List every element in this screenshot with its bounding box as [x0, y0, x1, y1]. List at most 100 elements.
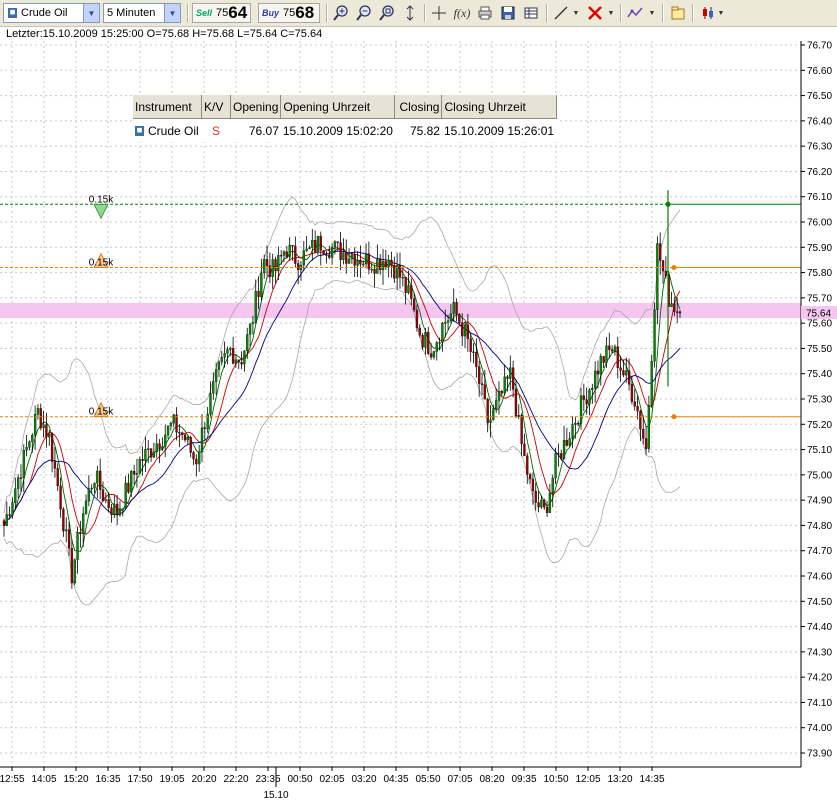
- x-tick-label: 13:20: [607, 774, 632, 785]
- candle-body: [551, 477, 554, 494]
- candle-body: [186, 437, 189, 441]
- candle-body: [195, 458, 198, 465]
- zoom-fit-icon[interactable]: [377, 3, 397, 23]
- chevron-down-icon[interactable]: ▼: [83, 4, 99, 22]
- line-tool-icon[interactable]: [551, 3, 571, 23]
- candle-body: [537, 502, 540, 508]
- candle-body: [503, 376, 506, 394]
- candle-body: [101, 489, 105, 501]
- candle-body: [444, 322, 447, 324]
- x-tick-label: 09:35: [511, 774, 536, 785]
- candle-body: [172, 414, 175, 424]
- candle-body: [325, 254, 328, 256]
- delete-icon[interactable]: [585, 3, 605, 23]
- candlestick-icon[interactable]: [698, 3, 718, 23]
- sell-button[interactable]: Sell 75 64: [192, 3, 251, 23]
- candle-body: [90, 487, 93, 490]
- chevron-down-icon[interactable]: ▼: [606, 3, 616, 23]
- candle-body: [602, 356, 605, 363]
- candle-body: [577, 423, 580, 425]
- col-opening[interactable]: Opening: [230, 95, 282, 119]
- trade-table: Instrument K/V Opening Opening Uhrzeit C…: [133, 95, 557, 142]
- candle-body: [152, 451, 156, 458]
- candle-body: [401, 277, 404, 279]
- col-kv[interactable]: K/V: [201, 95, 231, 119]
- zoom-out-icon[interactable]: [354, 3, 374, 23]
- zoom-in-icon[interactable]: [331, 3, 351, 23]
- y-tick-label: 74.50: [807, 597, 832, 608]
- candle-body: [87, 488, 91, 502]
- y-tick-label: 74.10: [807, 698, 832, 709]
- instrument-select[interactable]: ◼ Crude Oil ▼: [3, 3, 100, 23]
- candle-body: [282, 251, 286, 256]
- candle-body: [124, 482, 127, 509]
- candle-body: [554, 453, 557, 479]
- candle: [458, 313, 461, 325]
- chevron-down-icon[interactable]: ▼: [647, 3, 657, 23]
- col-instrument[interactable]: Instrument: [133, 95, 202, 119]
- x-tick-label: 22:20: [223, 774, 248, 785]
- highlight-band: [0, 302, 801, 319]
- candle-body: [625, 370, 628, 376]
- toolbar: ◼ Crude Oil ▼ 5 Minuten ▼ Sell 75 64 Buy…: [0, 0, 837, 27]
- interval-select[interactable]: 5 Minuten ▼: [103, 3, 181, 23]
- y-tick-label: 74.60: [807, 572, 832, 583]
- crosshair-icon[interactable]: [429, 3, 449, 23]
- table-row[interactable]: ◼ Crude Oil S 76.07 15.10.2009 15:02:20 7…: [133, 119, 556, 143]
- chevron-down-icon[interactable]: ▼: [571, 3, 581, 23]
- candle-body: [84, 500, 88, 514]
- candle-body: [288, 244, 291, 258]
- candle-body: [531, 478, 535, 492]
- vertical-zoom-icon[interactable]: [400, 3, 420, 23]
- candle-body: [509, 367, 512, 379]
- candle-body: [540, 500, 543, 508]
- trade-table-header: Instrument K/V Opening Opening Uhrzeit C…: [133, 95, 557, 119]
- x-tick-label: 14:05: [31, 774, 56, 785]
- candle-body: [336, 241, 339, 243]
- y-tick-label: 75.00: [807, 470, 832, 481]
- order-marker-label: 0.15k: [89, 194, 114, 205]
- candle-body: [161, 446, 164, 449]
- candle-body: [263, 259, 266, 274]
- candle-body: [33, 414, 37, 436]
- y-tick-label: 74.30: [807, 647, 832, 658]
- candle-body: [2, 520, 6, 526]
- candle-body: [644, 438, 648, 449]
- candle-body: [36, 408, 40, 415]
- save-icon[interactable]: [498, 3, 518, 23]
- col-closing[interactable]: Closing: [394, 95, 443, 119]
- candle-body: [571, 424, 574, 439]
- candle-body: [656, 243, 659, 310]
- candle-body: [384, 261, 387, 267]
- candle-body: [214, 369, 218, 382]
- candle-body: [639, 411, 642, 430]
- y-tick-label: 76.60: [807, 66, 832, 77]
- close-price-dot: [671, 265, 677, 271]
- candle-body: [274, 259, 277, 272]
- candle-body: [410, 285, 413, 299]
- candle-body: [265, 259, 269, 266]
- indicator-icon[interactable]: [625, 3, 645, 23]
- x-tick-label: 03:20: [351, 774, 376, 785]
- candle-body: [370, 269, 373, 271]
- col-closing-time[interactable]: Closing Uhrzeit: [441, 95, 557, 119]
- col-opening-time[interactable]: Opening Uhrzeit: [280, 95, 396, 119]
- properties-icon[interactable]: [668, 3, 688, 23]
- candle-body: [169, 423, 173, 426]
- chevron-down-icon[interactable]: ▼: [716, 3, 726, 23]
- candle-body: [16, 477, 20, 489]
- candle-body: [104, 499, 107, 501]
- instrument-select-value: Crude Oil: [21, 7, 68, 19]
- print-icon[interactable]: [475, 3, 495, 23]
- candle-body: [356, 259, 359, 266]
- buy-button[interactable]: Buy 75 68: [258, 3, 320, 23]
- candle-body: [229, 348, 232, 350]
- candle-body: [285, 251, 288, 258]
- candle-body: [330, 246, 334, 258]
- chevron-down-icon[interactable]: ▼: [164, 4, 180, 22]
- candle-body: [200, 427, 204, 453]
- function-icon[interactable]: f(x): [452, 3, 472, 23]
- price-chart[interactable]: 0.15k 0.15k 0.15k 76.70 76.60 76.50 76.40 76.3…: [0, 41, 837, 803]
- table-icon[interactable]: [521, 3, 541, 23]
- candle-body: [328, 254, 331, 258]
